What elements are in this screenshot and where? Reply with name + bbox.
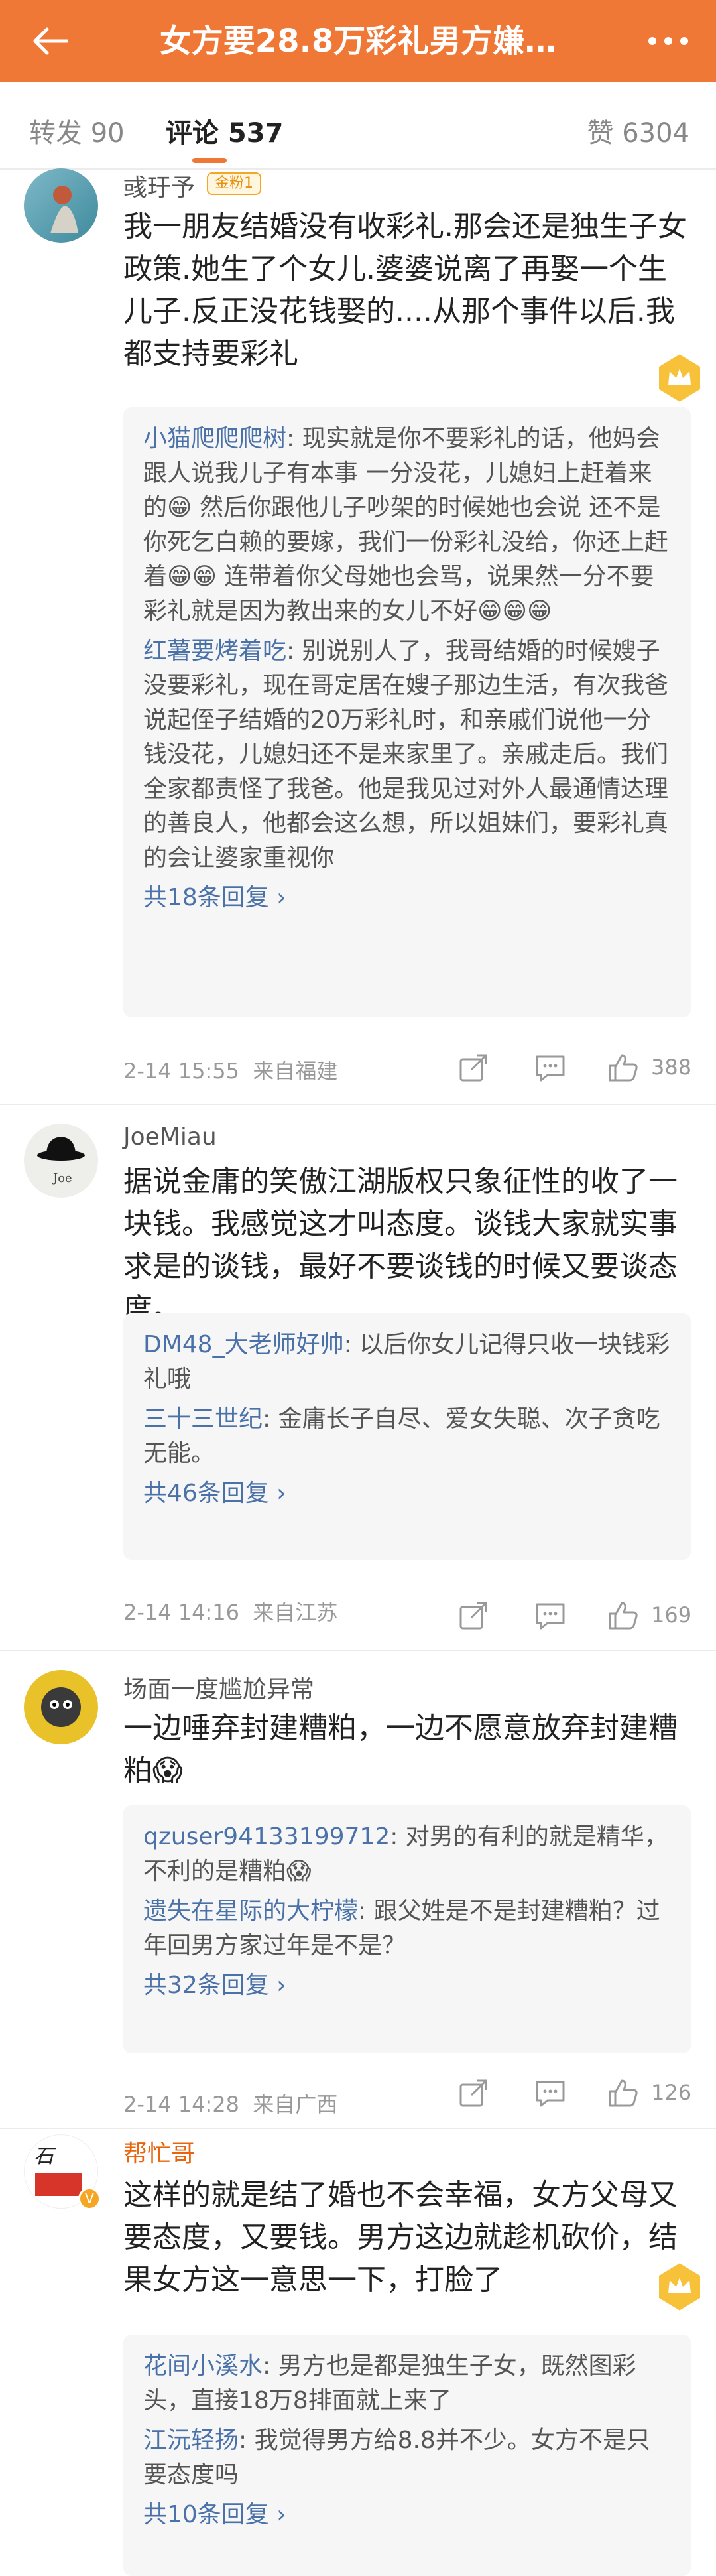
reply-username[interactable]: 遗失在星际的大柠檬 [143, 1898, 358, 1925]
svg-text:Joe: Joe [52, 1171, 72, 1185]
avatar[interactable]: Joe [24, 1124, 98, 1198]
comment-meta: 2-14 14:16 来自江苏 [123, 1596, 337, 1626]
verified-icon: V [78, 2187, 101, 2210]
page-title: 女方要28.8万彩礼男方嫌… [159, 23, 557, 60]
reply-username[interactable]: 小猫爬爬爬树 [143, 425, 286, 452]
avatar[interactable] [24, 1670, 98, 1744]
reply-item: 小猫爬爬爬树: 现实就是你不要彩礼的话，他妈会跟人说我儿子有本事 一分没花，儿媳… [143, 422, 671, 629]
reply-username[interactable]: qzuser94133199712 [143, 1823, 390, 1850]
comment-icon[interactable] [530, 1596, 570, 1636]
comment-location: 来自广西 [253, 2092, 338, 2117]
share-icon[interactable] [453, 1048, 493, 1088]
comment-icon[interactable] [530, 2073, 570, 2113]
comment-text: 我一朋友结婚没有收彩礼.那会还是独生子女政策.她生了个女儿.婆婆说离了再娶一个生… [123, 210, 687, 371]
reply-box: 花间小溪水: 男方也是都是独生子女，既然图彩头，直接18万8排面就上来了 江沅轻… [123, 2335, 691, 2576]
comment-text: 一边唾弃封建糟粕，一边不愿意放弃封建糟粕😱 [123, 1711, 678, 1787]
crown-medal-icon [650, 348, 709, 407]
comment-meta: 2-14 14:28 来自广西 [123, 2088, 337, 2118]
tab-bar: 转发 90 评论 537 赞 6304 [0, 82, 716, 168]
tab-likes[interactable]: 赞 6304 [587, 111, 689, 150]
comment-meta: 2-14 15:55 来自福建 [123, 1055, 337, 1085]
like-icon[interactable] [603, 1596, 643, 1636]
comment-username[interactable]: 彧玗予 [123, 168, 195, 203]
reply-username[interactable]: 三十三世纪 [143, 1405, 263, 1433]
top-bar: 女方要28.8万彩礼男方嫌… [0, 0, 716, 82]
reply-box: 小猫爬爬爬树: 现实就是你不要彩礼的话，他妈会跟人说我儿子有本事 一分没花，儿媳… [123, 407, 691, 1017]
more-options-icon[interactable] [642, 20, 695, 62]
reply-item: 红薯要烤着吃: 别说别人了，我哥结婚的时候嫂子没要彩礼，现在哥定居在嫂子那边生活… [143, 634, 671, 875]
comment-item: Joe JoeMiau 据说金庸的笑傲江湖版权只象征性的收了一块钱。我感觉这才叫… [0, 1124, 716, 1628]
fan-badge: 金粉1 [207, 172, 261, 195]
comment-time: 2-14 14:28 [123, 2092, 240, 2117]
back-arrow-icon[interactable] [27, 20, 73, 62]
comment-item: 石 V 帮忙哥 这样的就是结了婚也不会幸福，女方父母又要态度，又要钱。男方这边就… [0, 2134, 716, 2576]
reply-username[interactable]: 江沅轻扬 [143, 2427, 239, 2454]
divider [0, 1104, 716, 1105]
like-icon[interactable] [603, 2073, 643, 2113]
reply-item: qzuser94133199712: 对男的有利的就是精华，不利的是糟粕😱 [143, 1820, 671, 1889]
reply-text: : 别说别人了，我哥结婚的时候嫂子没要彩礼，现在哥定居在嫂子那边生活，有次我爸说… [143, 637, 669, 871]
comment-username[interactable]: 场面一度尴尬异常 [123, 1670, 314, 1705]
comment-text: 据说金庸的笑傲江湖版权只象征性的收了一块钱。我感觉这才叫态度。谈钱大家就实事求是… [123, 1165, 678, 1326]
reply-item: DM48_大老师好帅: 以后你女儿记得只收一块钱彩礼哦 [143, 1328, 671, 1397]
reply-item: 遗失在星际的大柠檬: 跟父姓是不是封建糟粕？过年回男方家过年是不是？ [143, 1894, 671, 1963]
more-replies-link[interactable]: 共10条回复 › [143, 2498, 671, 2532]
reply-box: DM48_大老师好帅: 以后你女儿记得只收一块钱彩礼哦 三十三世纪: 金庸长子自… [123, 1313, 691, 1560]
reply-item: 江沅轻扬: 我觉得男方给8.8并不少。女方不是只要态度吗 [143, 2423, 671, 2492]
share-icon[interactable] [453, 2073, 493, 2113]
comment-username[interactable]: JoeMiau [123, 1124, 217, 1151]
comment-location: 来自福建 [253, 1059, 338, 1084]
comment-text: 这样的就是结了婚也不会幸福，女方父母又要态度，又要钱。男方这边就趁机砍价，结果女… [123, 2178, 678, 2297]
divider [0, 2128, 716, 2129]
reply-text: : 现实就是你不要彩礼的话，他妈会跟人说我儿子有本事 一分没花，儿媳妇上赶着来的… [143, 425, 669, 625]
comment-time: 2-14 15:55 [123, 1059, 240, 1084]
like-count: 388 [651, 1055, 692, 1080]
reply-item: 花间小溪水: 男方也是都是独生子女，既然图彩头，直接18万8排面就上来了 [143, 2349, 671, 2418]
reply-box: qzuser94133199712: 对男的有利的就是精华，不利的是糟粕😱 遗失… [123, 1805, 691, 2053]
comment-item: 彧玗予 金粉1 我一朋友结婚没有收彩礼.那会还是独生子女政策.她生了个女儿.婆婆… [0, 168, 716, 1084]
tab-repost[interactable]: 转发 90 [29, 111, 125, 150]
reply-username[interactable]: 红薯要烤着吃 [143, 637, 286, 665]
like-icon[interactable] [603, 1048, 643, 1088]
more-replies-link[interactable]: 共46条回复 › [143, 1476, 671, 1511]
reply-item: 三十三世纪: 金庸长子自尽、爱女失聪、次子贪吃无能。 [143, 1402, 671, 1471]
avatar[interactable] [24, 168, 98, 243]
share-icon[interactable] [453, 1596, 493, 1636]
like-count: 169 [651, 1602, 692, 1628]
reply-username[interactable]: DM48_大老师好帅 [143, 1331, 344, 1358]
comment-username[interactable]: 帮忙哥 [123, 2134, 195, 2169]
more-replies-link[interactable]: 共32条回复 › [143, 1968, 671, 2003]
divider [0, 1650, 716, 1651]
like-count: 126 [651, 2080, 692, 2105]
comment-icon[interactable] [530, 1048, 570, 1088]
active-tab-indicator [192, 158, 227, 163]
comment-location: 来自江苏 [253, 1600, 338, 1625]
tab-comments[interactable]: 评论 537 [166, 111, 283, 150]
crown-medal-icon [650, 2256, 709, 2316]
more-replies-link[interactable]: 共18条回复 › [143, 881, 671, 915]
comment-time: 2-14 14:16 [123, 1600, 240, 1625]
reply-username[interactable]: 花间小溪水 [143, 2352, 263, 2380]
svg-text:石: 石 [34, 2145, 56, 2168]
